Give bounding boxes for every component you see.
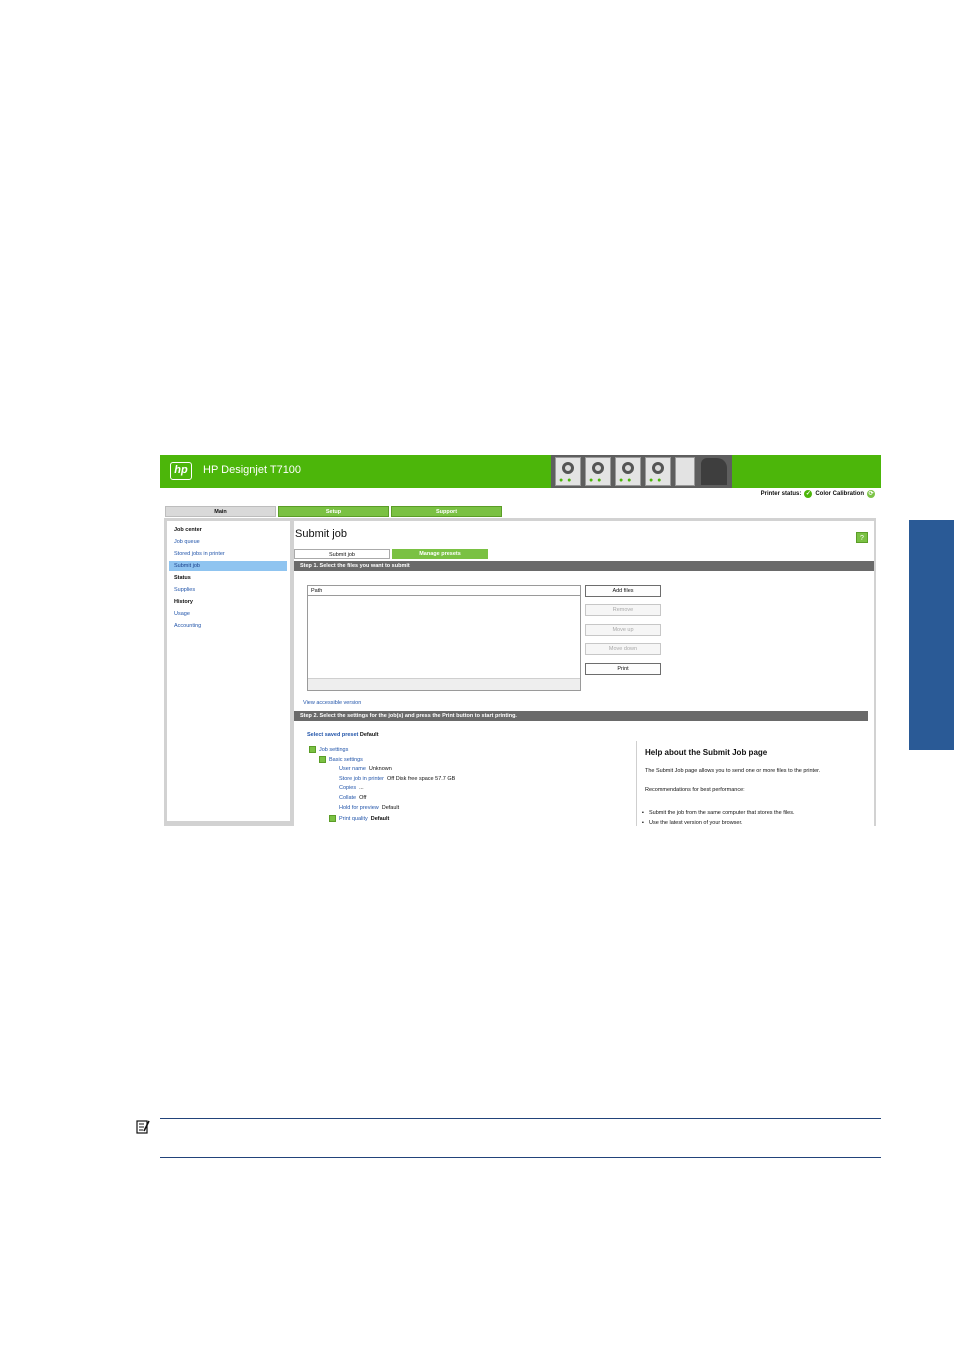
step2-bar: Step 2. Select the settings for the job(… (294, 711, 868, 721)
nav-item-stored-jobs[interactable]: Stored jobs in printer (169, 549, 287, 559)
move-up-button[interactable]: Move up (585, 624, 661, 636)
tree-print-quality[interactable]: Print quality Default (329, 815, 389, 822)
cartridge-icon: ● ● (615, 457, 641, 486)
nav-item-job-queue[interactable]: Job queue (169, 537, 287, 547)
printer-cartridges-image: ● ● ● ● ● ● ● ● (551, 455, 732, 488)
tree-label[interactable]: Basic settings (329, 757, 363, 763)
tree-label[interactable]: Hold for preview (339, 805, 379, 811)
main-panel: Submit job ? Submit job Manage presets S… (294, 521, 874, 826)
tree-value: Default (381, 805, 400, 811)
color-calibration-label[interactable]: Color Calibration (815, 491, 864, 497)
cartridge-icon: ● ● (585, 457, 611, 486)
nav-heading-history: History (174, 599, 193, 605)
left-nav: Job center Job queue Stored jobs in prin… (167, 521, 290, 821)
collapse-icon[interactable] (309, 746, 316, 753)
help-button[interactable]: ? (856, 532, 868, 543)
tab-support[interactable]: Support (391, 506, 502, 517)
nav-item-submit-job[interactable]: Submit job (169, 561, 287, 571)
ews-screenshot: hp HP Designjet T7100 ● ● ● ● ● ● ● ● Pr… (160, 455, 881, 826)
subtab-submit-job[interactable]: Submit job (294, 549, 390, 559)
tree-value: Off (359, 795, 367, 801)
content-area: Job center Job queue Stored jobs in prin… (164, 518, 876, 826)
tree-value: Default (370, 815, 390, 822)
tree-user-name[interactable]: User name Unknown (339, 766, 392, 772)
nav-heading-status: Status (174, 575, 191, 581)
help-bullet: Submit the job from the same computer th… (642, 810, 794, 816)
tree-basic-settings[interactable]: Basic settings (319, 756, 363, 763)
help-recommend: Recommendations for best performance: (645, 787, 745, 793)
step1-bar: Step 1. Select the files you want to sub… (294, 561, 874, 571)
tree-value: ... (359, 785, 364, 791)
file-list[interactable]: Path (307, 585, 581, 691)
nav-item-usage[interactable]: Usage (169, 609, 287, 619)
accessible-version-link[interactable]: View accessible version (303, 700, 361, 706)
tree-hold-preview[interactable]: Hold for preview Default (339, 805, 399, 811)
add-files-button[interactable]: Add files (585, 585, 661, 597)
collapse-icon[interactable] (329, 815, 336, 822)
file-list-scrollbar[interactable] (308, 678, 580, 690)
tree-job-settings[interactable]: Job settings (309, 746, 348, 753)
main-tabs: Main Setup Support (165, 506, 504, 517)
tab-main[interactable]: Main (165, 506, 276, 517)
tree-label[interactable]: Collate (339, 795, 356, 801)
status-bar: Printer status: ✓ Color Calibration ⟳ (761, 490, 875, 498)
check-circle-icon[interactable]: ✓ (804, 490, 813, 498)
remove-button[interactable]: Remove (585, 604, 661, 616)
hp-logo-icon: hp (170, 462, 192, 480)
page-title: Submit job (295, 528, 347, 540)
tree-value: Unknown (368, 766, 392, 772)
nav-item-supplies[interactable]: Supplies (169, 585, 287, 595)
tree-copies[interactable]: Copies ... (339, 785, 364, 791)
printer-status-label: Printer status: (760, 491, 802, 497)
help-panel: Help about the Submit Job page The Submi… (636, 741, 874, 826)
product-name: HP Designjet T7100 (203, 464, 302, 476)
preset-selector[interactable]: Select saved preset Default (307, 732, 379, 738)
note-bottom-rule (160, 1157, 881, 1158)
note-top-rule (160, 1118, 881, 1119)
tree-label[interactable]: Print quality (339, 816, 368, 822)
help-bullet: Use the latest version of your browser. (642, 820, 743, 826)
printer-knob-icon (701, 458, 727, 485)
cartridge-icon: ● ● (555, 457, 581, 486)
refresh-icon[interactable]: ⟳ (867, 490, 875, 498)
cartridge-icon: ● ● (645, 457, 671, 486)
preset-value[interactable]: Default (360, 732, 379, 738)
subtab-manage-presets[interactable]: Manage presets (392, 549, 488, 559)
file-list-header[interactable]: Path (308, 586, 580, 596)
note-icon (136, 1120, 150, 1134)
tree-label[interactable]: Job settings (319, 747, 348, 753)
nav-item-accounting[interactable]: Accounting (169, 621, 287, 631)
cartridge-icon (675, 457, 695, 486)
help-text: The Submit Job page allows you to send o… (645, 768, 821, 774)
collapse-icon[interactable] (319, 756, 326, 763)
header-banner: hp HP Designjet T7100 ● ● ● ● ● ● ● ● (160, 455, 881, 488)
tree-label[interactable]: User name (339, 766, 366, 772)
chapter-side-tab (909, 520, 954, 750)
nav-heading-job-center: Job center (174, 527, 202, 533)
tree-collate[interactable]: Collate Off (339, 795, 366, 801)
tree-store-job[interactable]: Store job in printer Off Disk free space… (339, 776, 455, 782)
tree-label[interactable]: Copies (339, 785, 356, 791)
tree-value: Off Disk free space 57.7 GB (386, 776, 456, 782)
help-title: Help about the Submit Job page (645, 748, 768, 757)
move-down-button[interactable]: Move down (585, 643, 661, 655)
tab-setup[interactable]: Setup (278, 506, 389, 517)
print-button[interactable]: Print (585, 663, 661, 675)
preset-label[interactable]: Select saved preset (307, 732, 358, 738)
tree-label[interactable]: Store job in printer (339, 776, 384, 782)
